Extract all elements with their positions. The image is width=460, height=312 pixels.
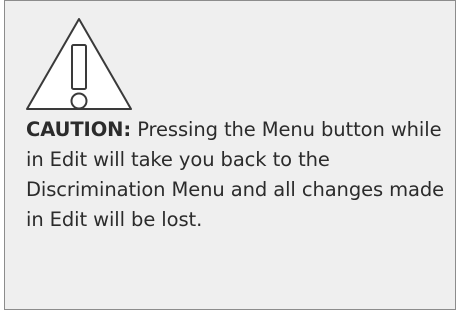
caution-text: CAUTION: Pressing the Menu button while …	[26, 115, 446, 235]
warning-triangle-icon	[26, 18, 132, 110]
caution-notice-box: CAUTION: Pressing the Menu button while …	[4, 0, 456, 310]
caution-label: CAUTION:	[26, 118, 132, 141]
